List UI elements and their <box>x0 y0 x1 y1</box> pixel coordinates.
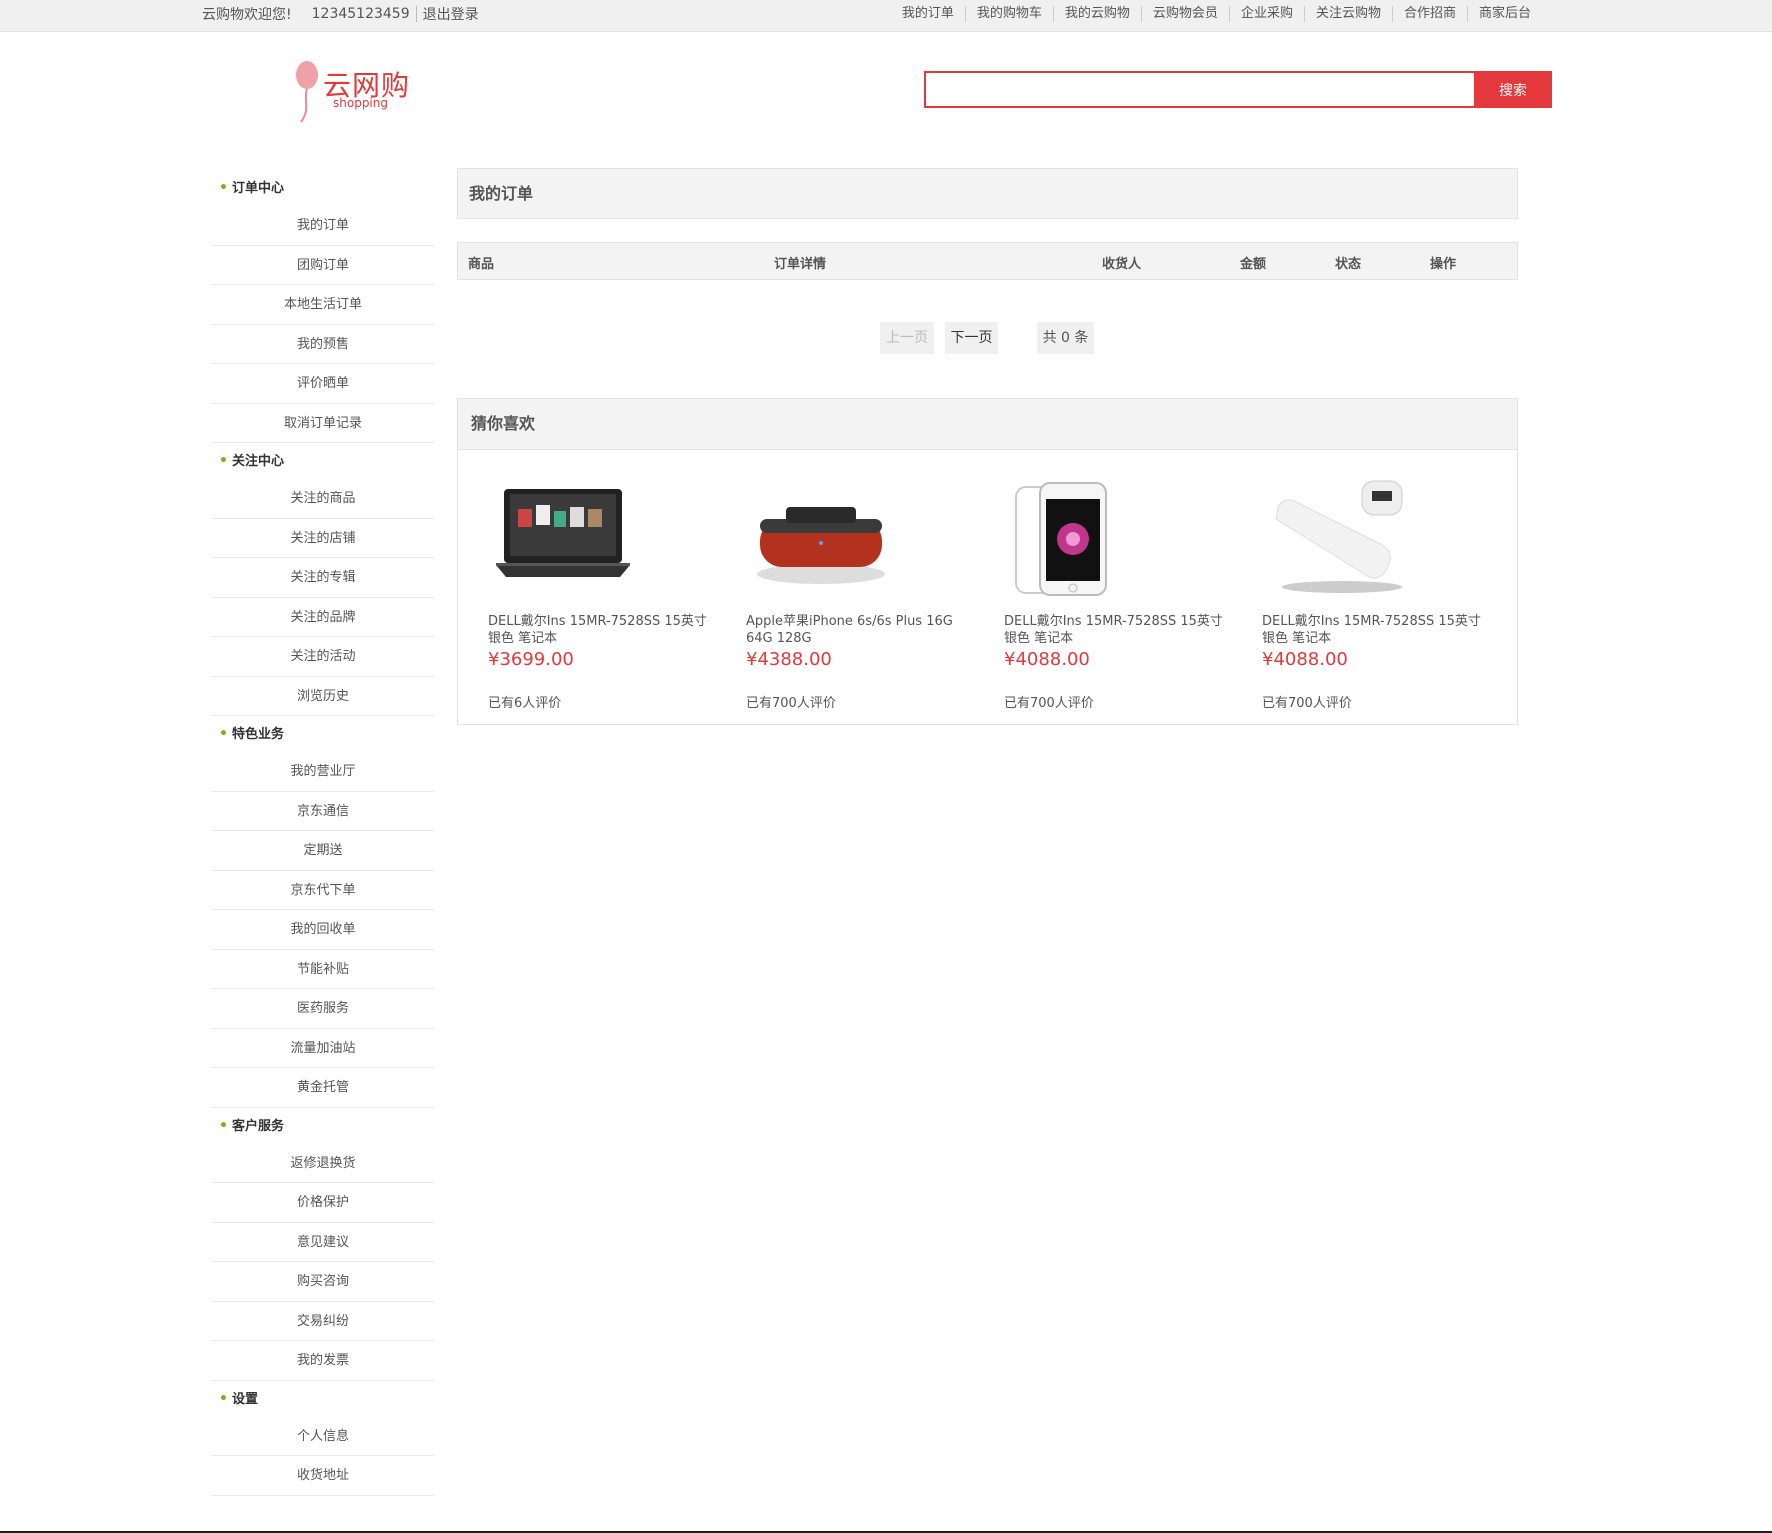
top-nav-cart[interactable]: 我的购物车 <box>964 6 1053 22</box>
welcome-text: 云购物欢迎您! <box>202 7 292 23</box>
site-logo[interactable]: 云网购 shopping <box>293 60 413 126</box>
sidebar-item-service-hall[interactable]: 我的营业厅 <box>212 752 434 792</box>
divider <box>415 6 417 22</box>
sidebar-group-title: • 设置 <box>219 1390 258 1407</box>
product-card[interactable]: DELL戴尔Ins 15MR-7528SS 15英寸 银色 笔记本 ¥4088.… <box>1004 479 1234 711</box>
sidebar-item-profile[interactable]: 个人信息 <box>212 1417 434 1456</box>
next-page-button[interactable]: 下一页 <box>945 322 998 354</box>
speaker-image[interactable] <box>746 479 896 597</box>
product-price: ¥4388.00 <box>746 649 832 670</box>
product-title[interactable]: DELL戴尔Ins 15MR-7528SS 15英寸 银色 笔记本 <box>488 613 718 647</box>
sidebar-group-features: • 特色业务 我的营业厅 京东通信 定期送 京东代下单 我的回收单 节能补贴 医药… <box>212 716 434 1108</box>
welcome-area: 云购物欢迎您! 12345123459 退出登录 <box>202 0 479 28</box>
sidebar-item-followed-events[interactable]: 关注的活动 <box>212 637 434 677</box>
product-reviews[interactable]: 已有6人评价 <box>488 692 718 711</box>
column-status: 状态 <box>1335 257 1362 272</box>
sidebar-item-disputes[interactable]: 交易纠纷 <box>212 1302 434 1341</box>
sidebar-item-followed-albums[interactable]: 关注的专辑 <box>212 558 434 598</box>
sidebar-item-reviews[interactable]: 评价晒单 <box>212 364 434 404</box>
sidebar-group-title: • 特色业务 <box>219 726 284 742</box>
prev-page-button[interactable]: 上一页 <box>880 322 934 354</box>
top-nav: 我的订单 我的购物车 我的云购物 云购物会员 企业采购 关注云购物 合作招商 商… <box>891 0 1542 28</box>
sidebar-group-service: • 客户服务 返修退换货 价格保护 意见建议 购买咨询 交易纠纷 我的发票 <box>212 1108 434 1381</box>
product-reviews[interactable]: 已有700人评价 <box>1004 692 1234 711</box>
top-nav-my-cloud[interactable]: 我的云购物 <box>1052 6 1141 22</box>
orders-table-header: 商品 订单详情 收货人 金额 状态 操作 <box>457 242 1518 280</box>
product-reviews[interactable]: 已有700人评价 <box>746 692 976 711</box>
sidebar-item-followed-brands[interactable]: 关注的品牌 <box>212 598 434 637</box>
logout-link[interactable]: 退出登录 <box>423 4 479 24</box>
column-actions: 操作 <box>1430 257 1457 272</box>
sidebar-item-energy[interactable]: 节能补贴 <box>212 950 434 989</box>
total-count: 共 0 条 <box>1037 322 1094 354</box>
sidebar-item-address[interactable]: 收货地址 <box>212 1456 434 1496</box>
laptop-image[interactable] <box>488 479 638 597</box>
sidebar-item-cancelled[interactable]: 取消订单记录 <box>212 404 434 443</box>
sidebar-group-title: • 订单中心 <box>219 180 284 196</box>
sidebar-item-gold[interactable]: 黄金托管 <box>212 1068 434 1108</box>
sidebar-item-price-protect[interactable]: 价格保护 <box>212 1183 434 1223</box>
sidebar-item-history[interactable]: 浏览历史 <box>212 677 434 716</box>
orders-title: 我的订单 <box>457 168 1518 219</box>
product-title[interactable]: DELL戴尔Ins 15MR-7528SS 15英寸 银色 笔记本 <box>1262 613 1492 647</box>
product-price: ¥3699.00 <box>488 649 574 670</box>
top-nav-enterprise[interactable]: 企业采购 <box>1228 6 1304 22</box>
sidebar-group-title: • 客户服务 <box>219 1117 284 1134</box>
sidebar-item-feedback[interactable]: 意见建议 <box>212 1223 434 1262</box>
username: 12345123459 <box>311 6 410 22</box>
top-bar: 云购物欢迎您! 12345123459 退出登录 我的订单 我的购物车 我的云购… <box>0 0 1772 32</box>
product-title[interactable]: Apple苹果iPhone 6s/6s Plus 16G 64G 128G <box>746 613 976 647</box>
column-product: 商品 <box>468 257 495 272</box>
search-button[interactable]: 搜索 <box>1474 71 1552 108</box>
sidebar-item-invoices[interactable]: 我的发票 <box>212 1341 434 1381</box>
sidebar-item-my-orders[interactable]: 我的订单 <box>212 206 434 246</box>
top-nav-follow[interactable]: 关注云购物 <box>1303 6 1392 22</box>
sidebar-item-returns[interactable]: 返修退换货 <box>212 1144 434 1183</box>
logo-subtext: shopping <box>333 96 388 110</box>
sidebar-item-local-orders[interactable]: 本地生活订单 <box>212 285 434 325</box>
product-card[interactable]: Apple苹果iPhone 6s/6s Plus 16G 64G 128G ¥4… <box>746 479 976 711</box>
recommend-panel: 猜你喜欢 DELL戴尔Ins 15MR-7528SS 15英寸 银色 笔记本 ¥… <box>457 398 1518 725</box>
sidebar-item-data-topup[interactable]: 流量加油站 <box>212 1029 434 1068</box>
sidebar-item-presale[interactable]: 我的预售 <box>212 325 434 364</box>
sidebar-item-consult[interactable]: 购买咨询 <box>212 1262 434 1302</box>
product-price: ¥4088.00 <box>1004 649 1090 670</box>
phone-image[interactable] <box>1004 479 1154 597</box>
bullet-icon: • <box>219 726 228 742</box>
sidebar-item-recycle[interactable]: 我的回收单 <box>212 910 434 950</box>
column-amount: 金额 <box>1240 257 1267 272</box>
product-title[interactable]: DELL戴尔Ins 15MR-7528SS 15英寸 银色 笔记本 <box>1004 613 1234 647</box>
sidebar: • 订单中心 我的订单 团购订单 本地生活订单 我的预售 评价晒单 取消订单记录 … <box>212 170 434 1496</box>
balloon-icon <box>296 61 318 123</box>
sidebar-item-medical[interactable]: 医药服务 <box>212 989 434 1029</box>
recommend-title: 猜你喜欢 <box>458 399 1517 450</box>
bullet-icon: • <box>219 1390 228 1407</box>
bullet-icon: • <box>219 453 228 469</box>
powerbank-image[interactable] <box>1262 479 1412 597</box>
sidebar-item-followed-products[interactable]: 关注的商品 <box>212 479 434 519</box>
bullet-icon: • <box>219 1117 228 1134</box>
sidebar-item-followed-shops[interactable]: 关注的店铺 <box>212 519 434 558</box>
bullet-icon: • <box>219 180 228 196</box>
top-nav-member[interactable]: 云购物会员 <box>1140 6 1229 22</box>
sidebar-item-scheduled[interactable]: 定期送 <box>212 831 434 871</box>
column-receiver: 收货人 <box>1102 257 1142 272</box>
sidebar-item-proxy-order[interactable]: 京东代下单 <box>212 871 434 910</box>
sidebar-group-settings: • 设置 个人信息 收货地址 <box>212 1381 434 1496</box>
product-reviews[interactable]: 已有700人评价 <box>1262 692 1492 711</box>
product-card[interactable]: DELL戴尔Ins 15MR-7528SS 15英寸 银色 笔记本 ¥3699.… <box>488 479 718 711</box>
sidebar-item-group-orders[interactable]: 团购订单 <box>212 246 434 285</box>
sidebar-item-telecom[interactable]: 京东通信 <box>212 792 434 831</box>
sidebar-group-follow: • 关注中心 关注的商品 关注的店铺 关注的专辑 关注的品牌 关注的活动 浏览历史 <box>212 443 434 716</box>
search-input[interactable] <box>924 71 1474 108</box>
sidebar-group-title: • 关注中心 <box>219 453 284 469</box>
top-nav-partner[interactable]: 合作招商 <box>1391 6 1467 22</box>
product-price: ¥4088.00 <box>1262 649 1348 670</box>
search-bar: 搜索 <box>924 71 1552 108</box>
top-nav-seller[interactable]: 商家后台 <box>1466 6 1542 22</box>
product-card[interactable]: DELL戴尔Ins 15MR-7528SS 15英寸 银色 笔记本 ¥4088.… <box>1262 479 1492 711</box>
sidebar-group-orders: • 订单中心 我的订单 团购订单 本地生活订单 我的预售 评价晒单 取消订单记录 <box>212 170 434 443</box>
top-nav-my-orders[interactable]: 我的订单 <box>891 6 965 22</box>
column-order-detail: 订单详情 <box>774 257 827 272</box>
